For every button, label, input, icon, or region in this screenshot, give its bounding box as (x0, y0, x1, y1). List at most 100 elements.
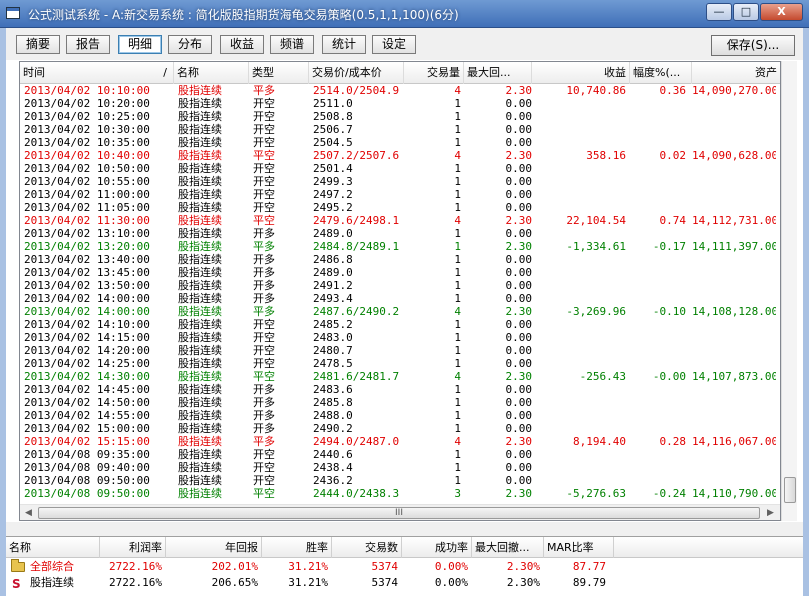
table-row[interactable]: 2013/04/02 10:50:00 股指连续 开空 2501.4 1 0.00 (20, 162, 780, 175)
table-row[interactable]: 2013/04/02 10:35:00 股指连续 开空 2504.5 1 0.00 (20, 136, 780, 149)
col-profit-header[interactable]: 收益 (532, 62, 630, 84)
table-row[interactable]: 2013/04/02 10:20:00 股指连续 开空 2511.0 1 0.00 (20, 97, 780, 110)
table-row[interactable]: 2013/04/02 13:10:00 股指连续 开多 2489.0 1 0.00 (20, 227, 780, 240)
vertical-scroll-thumb[interactable] (784, 477, 796, 503)
cell-name: 股指连续 (178, 435, 222, 448)
sum-col-mar-ratio[interactable]: MAR比率 (544, 537, 614, 558)
summary-row[interactable]: S 股指连续 2722.16% 206.65% 31.21% 5374 0.00% 2.30%… (6, 575, 803, 591)
cell-percent (630, 409, 686, 422)
cell-percent: -0.00 (652, 370, 686, 383)
table-row[interactable]: 2013/04/02 13:50:00 股指连续 开多 2491.2 1 0.00 (20, 279, 780, 292)
table-row[interactable]: 2013/04/02 14:45:00 股指连续 开多 2483.6 1 0.00 (20, 383, 780, 396)
cell-volume: 4 (454, 214, 461, 227)
tab-report[interactable]: 报告 (66, 35, 110, 54)
sum-col-win-rate[interactable]: 胜率 (262, 537, 332, 558)
tab-profit[interactable]: 收益 (220, 35, 264, 54)
save-button[interactable]: 保存(S)... (711, 35, 795, 56)
cell-type: 开多 (253, 292, 275, 305)
sum-col-trades[interactable]: 交易数 (332, 537, 402, 558)
summary-row[interactable]: 全部综合 2722.16% 202.01% 31.21% 5374 0.00% 2.30% 8… (6, 559, 803, 575)
sum-mar-ratio: 87.77 (572, 560, 606, 573)
col-type-header[interactable]: 类型 (249, 62, 309, 84)
table-row[interactable]: 2013/04/02 10:40:00 股指连续 平空 2507.2/2507.6 4 2… (20, 149, 780, 162)
col-price-header[interactable]: 交易价/成本价 (309, 62, 404, 84)
cell-drawdown: 0.00 (505, 474, 533, 487)
table-row[interactable]: 2013/04/02 10:30:00 股指连续 开空 2506.7 1 0.00 (20, 123, 780, 136)
cell-asset: 14,110,790.00 (692, 487, 776, 500)
cell-profit (532, 110, 626, 123)
table-row[interactable]: 2013/04/08 09:40:00 股指连续 开空 2438.4 1 0.00 (20, 461, 780, 474)
sum-success-rate: 0.00% (434, 576, 468, 589)
table-row[interactable]: 2013/04/02 14:55:00 股指连续 开多 2488.0 1 0.00 (20, 409, 780, 422)
table-row[interactable]: 2013/04/02 14:25:00 股指连续 开空 2478.5 1 0.00 (20, 357, 780, 370)
folder-icon (11, 559, 25, 572)
cell-name: 股指连续 (178, 344, 222, 357)
table-row[interactable]: 2013/04/02 14:15:00 股指连续 开空 2483.0 1 0.00 (20, 331, 780, 344)
sum-col-success-rate[interactable]: 成功率 (402, 537, 472, 558)
table-row[interactable]: 2013/04/02 13:45:00 股指连续 开多 2489.0 1 0.00 (20, 266, 780, 279)
cell-profit (532, 422, 626, 435)
cell-percent (630, 422, 686, 435)
horizontal-scrollbar[interactable]: ◀ III ▶ (20, 504, 780, 520)
cell-time: 2013/04/02 13:50:00 (24, 279, 150, 292)
table-row[interactable]: 2013/04/02 15:00:00 股指连续 开多 2490.2 1 0.00 (20, 422, 780, 435)
cell-profit (532, 279, 626, 292)
sum-col-name[interactable]: 名称 (6, 537, 100, 558)
col-asset-header[interactable]: 资产 (692, 62, 780, 84)
col-time-header[interactable]: 时间 / (20, 62, 174, 84)
scroll-left-icon[interactable]: ◀ (20, 505, 37, 520)
sum-col-profit-rate[interactable]: 利润率 (100, 537, 166, 558)
maximize-button[interactable]: □ (733, 3, 759, 21)
table-row[interactable]: 2013/04/02 14:20:00 股指连续 开空 2480.7 1 0.00 (20, 344, 780, 357)
table-row[interactable]: 2013/04/02 14:30:00 股指连续 平空 2481.6/2481.7 4 2… (20, 370, 780, 383)
table-row[interactable]: 2013/04/02 14:00:00 股指连续 平多 2487.6/2490.2 4 2… (20, 305, 780, 318)
pane-splitter[interactable] (6, 522, 803, 536)
table-row[interactable]: 2013/04/08 09:50:00 股指连续 平空 2444.0/2438.3 3 2… (20, 487, 780, 500)
close-button[interactable]: X (760, 3, 803, 21)
tab-spectrum[interactable]: 频谱 (270, 35, 314, 54)
col-percent-header[interactable]: 幅度%(... (630, 62, 692, 84)
table-row[interactable]: 2013/04/02 11:00:00 股指连续 开空 2497.2 1 0.00 (20, 188, 780, 201)
table-row[interactable]: 2013/04/08 09:50:00 股指连续 开空 2436.2 1 0.00 (20, 474, 780, 487)
cell-price: 2485.8 (313, 396, 353, 409)
cell-volume: 1 (454, 227, 461, 240)
vertical-scrollbar[interactable] (781, 61, 797, 521)
cell-profit (532, 461, 626, 474)
col-volume-header[interactable]: 交易量 (404, 62, 464, 84)
sum-col-max-drawdown[interactable]: 最大回撤... (472, 537, 544, 558)
tab-settings[interactable]: 设定 (372, 35, 416, 54)
cell-volume: 1 (454, 266, 461, 279)
cell-percent: 0.28 (659, 435, 687, 448)
table-row[interactable]: 2013/04/02 13:40:00 股指连续 开多 2486.8 1 0.00 (20, 253, 780, 266)
table-row[interactable]: 2013/04/02 10:10:00 股指连续 平多 2514.0/2504.9 4 2… (20, 84, 780, 97)
table-row[interactable]: 2013/04/02 10:25:00 股指连续 开空 2508.8 1 0.00 (20, 110, 780, 123)
minimize-button[interactable]: — (706, 3, 732, 21)
table-row[interactable]: 2013/04/02 10:55:00 股指连续 开空 2499.3 1 0.00 (20, 175, 780, 188)
table-row[interactable]: 2013/04/02 14:10:00 股指连续 开空 2485.2 1 0.00 (20, 318, 780, 331)
tab-statistics[interactable]: 统计 (322, 35, 366, 54)
table-row[interactable]: 2013/04/02 14:00:00 股指连续 开多 2493.4 1 0.00 (20, 292, 780, 305)
cell-time: 2013/04/02 13:45:00 (24, 266, 150, 279)
table-row[interactable]: 2013/04/02 15:15:00 股指连续 平多 2494.0/2487.0 4 2… (20, 435, 780, 448)
cell-time: 2013/04/02 10:20:00 (24, 97, 150, 110)
cell-profit (532, 292, 626, 305)
col-drawdown-header[interactable]: 最大回... (464, 62, 532, 84)
cell-drawdown: 2.30 (505, 214, 533, 227)
cell-price: 2493.4 (313, 292, 353, 305)
tab-distribution[interactable]: 分布 (168, 35, 212, 54)
col-name-header[interactable]: 名称 (174, 62, 249, 84)
table-row[interactable]: 2013/04/08 09:35:00 股指连续 开空 2440.6 1 0.00 (20, 448, 780, 461)
scroll-right-icon[interactable]: ▶ (762, 505, 779, 520)
sum-col-annual-return[interactable]: 年回报 (166, 537, 262, 558)
scroll-thumb[interactable]: III (38, 507, 760, 519)
trade-detail-grid[interactable]: 时间 / 名称 类型 交易价/成本价 交易量 最大回... 收益 幅度%(... … (19, 61, 781, 521)
table-row[interactable]: 2013/04/02 11:30:00 股指连续 平空 2479.6/2498.1 4 2… (20, 214, 780, 227)
table-row[interactable]: 2013/04/02 11:05:00 股指连续 开空 2495.2 1 0.00 (20, 201, 780, 214)
cell-profit (532, 253, 626, 266)
table-row[interactable]: 2013/04/02 14:50:00 股指连续 开多 2485.8 1 0.00 (20, 396, 780, 409)
table-row[interactable]: 2013/04/02 13:20:00 股指连续 平多 2484.8/2489.1 1 2… (20, 240, 780, 253)
tab-details[interactable]: 明细 (118, 35, 162, 54)
cell-drawdown: 0.00 (505, 318, 533, 331)
cell-volume: 1 (454, 357, 461, 370)
tab-summary[interactable]: 摘要 (16, 35, 60, 54)
